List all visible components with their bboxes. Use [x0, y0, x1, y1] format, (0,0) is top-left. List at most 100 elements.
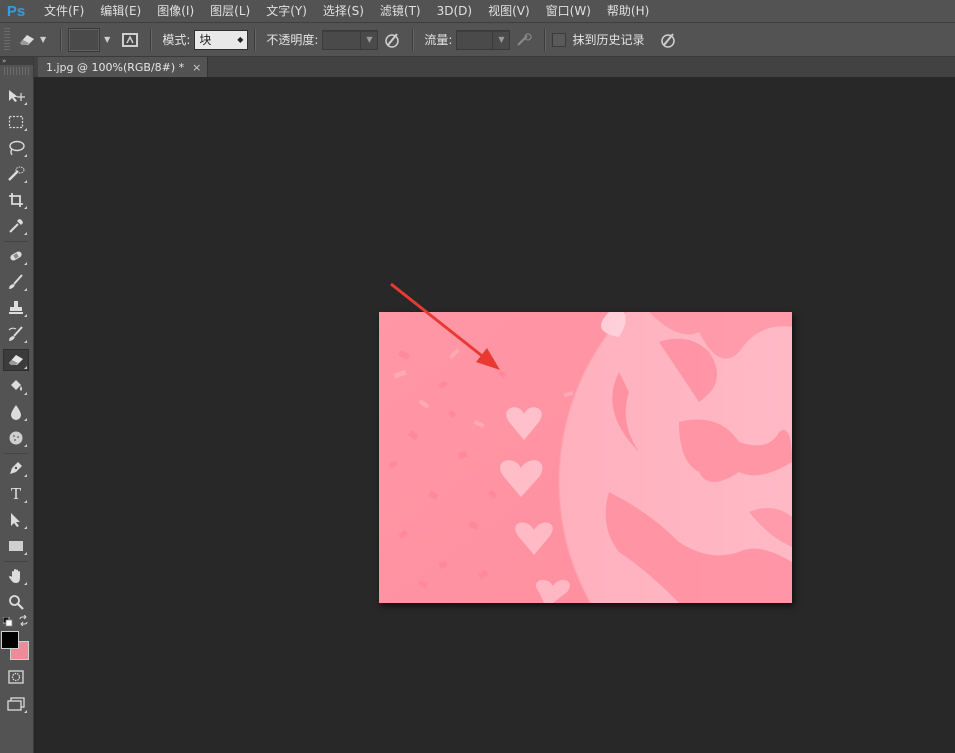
mode-label: 模式:: [162, 33, 191, 47]
pen-icon: [10, 462, 22, 474]
eraser-tool[interactable]: [3, 349, 29, 371]
submenu-indicator: [24, 128, 27, 131]
submenu-indicator: [24, 102, 27, 105]
crop-tool[interactable]: [3, 189, 29, 211]
paint-bucket-tool[interactable]: [3, 375, 29, 397]
submenu-indicator: [24, 288, 27, 291]
hand-icon: [9, 569, 20, 583]
tool-preset-picker[interactable]: ▼: [16, 28, 54, 52]
submenu-indicator: [24, 526, 27, 529]
opacity-field[interactable]: ▼: [322, 29, 379, 50]
arrow-cursor-icon: [11, 513, 20, 527]
submenu-indicator: [24, 582, 27, 585]
lasso-tool[interactable]: [3, 137, 29, 159]
menu-3d[interactable]: 3D(D): [429, 0, 480, 22]
divider: [4, 561, 28, 562]
brush-panel-button[interactable]: [120, 30, 140, 50]
dodge-tool[interactable]: [3, 427, 29, 449]
chevron-down-icon[interactable]: ▼: [492, 30, 509, 49]
panel-collapse-icon[interactable]: »: [0, 57, 33, 65]
divider: [4, 241, 28, 242]
menu-view[interactable]: 视图(V): [480, 0, 538, 22]
tablet-pressure-opacity-button[interactable]: [382, 30, 402, 50]
bandage-icon: [10, 251, 22, 261]
eyedropper-tool[interactable]: [3, 215, 29, 237]
submenu-indicator: [24, 206, 27, 209]
screen-mode-icon: [7, 697, 25, 711]
photoshop-logo: Ps: [6, 2, 26, 20]
spot-healing-tool[interactable]: [3, 245, 29, 267]
menu-help[interactable]: 帮助(H): [599, 0, 657, 22]
swap-colors-icon[interactable]: [18, 614, 29, 627]
submenu-indicator: [24, 500, 27, 503]
document-image[interactable]: [379, 312, 792, 603]
menu-layer[interactable]: 图层(L): [202, 0, 258, 22]
menu-window[interactable]: 窗口(W): [538, 0, 599, 22]
type-icon: T: [10, 485, 21, 503]
submenu-indicator: [24, 314, 27, 317]
flow-label: 流量:: [424, 33, 453, 47]
close-icon[interactable]: ×: [192, 61, 201, 74]
path-selection-tool[interactable]: [3, 509, 29, 531]
submenu-indicator: [24, 232, 27, 235]
clone-stamp-tool[interactable]: [3, 297, 29, 319]
blur-tool[interactable]: [3, 401, 29, 423]
magnifier-icon: [9, 595, 24, 610]
updown-icon: ◆: [237, 34, 244, 44]
quick-selection-icon: [8, 166, 25, 181]
marquee-tool[interactable]: [3, 111, 29, 133]
tablet-pressure-size-button[interactable]: [658, 30, 678, 50]
menu-filter[interactable]: 滤镜(T): [372, 0, 429, 22]
move-tool[interactable]: [3, 85, 29, 107]
zoom-tool[interactable]: [3, 591, 29, 613]
options-grip[interactable]: [4, 27, 10, 52]
menu-bar: Ps 文件(F) 编辑(E) 图像(I) 图层(L) 文字(Y) 选择(S) 滤…: [0, 0, 955, 23]
quick-selection-tool[interactable]: [3, 163, 29, 185]
panel-grip[interactable]: [4, 67, 29, 75]
history-brush-tool[interactable]: [3, 323, 29, 345]
mode-select[interactable]: 块 ◆: [194, 29, 249, 50]
tools-panel: » T: [0, 57, 34, 753]
submenu-indicator: [24, 444, 27, 447]
submenu-indicator: [24, 154, 27, 157]
menu-type[interactable]: 文字(Y): [258, 0, 315, 22]
erase-to-history-label: 抹到历史记录: [572, 33, 645, 47]
eraser-icon: [16, 30, 38, 50]
menu-select[interactable]: 选择(S): [315, 0, 372, 22]
rectangle-icon: [9, 541, 23, 551]
divider: [544, 28, 547, 51]
menu-image[interactable]: 图像(I): [149, 0, 202, 22]
submenu-indicator: [24, 552, 27, 555]
chevron-down-icon[interactable]: ▼: [104, 35, 110, 44]
document-tab[interactable]: 1.jpg @ 100%(RGB/8#) * ×: [38, 57, 209, 77]
move-icon: [9, 90, 25, 102]
submenu-indicator: [24, 710, 27, 713]
default-colors-icon[interactable]: [2, 616, 13, 627]
erase-to-history-checkbox[interactable]: [552, 32, 567, 47]
lasso-icon: [9, 140, 25, 156]
submenu-indicator: [24, 180, 27, 183]
chevron-down-icon[interactable]: ▼: [360, 30, 377, 49]
type-tool[interactable]: T: [3, 483, 29, 505]
airbrush-button[interactable]: [514, 30, 534, 50]
menu-file[interactable]: 文件(F): [36, 0, 92, 22]
submenu-indicator: [24, 262, 27, 265]
divider: [150, 28, 153, 51]
quick-mask-tool[interactable]: [3, 666, 29, 688]
rectangular-marquee-icon: [8, 115, 24, 129]
brush-preset-swatch[interactable]: [68, 27, 101, 52]
screen-mode-tool[interactable]: [3, 693, 29, 715]
document-tab-bar: 1.jpg @ 100%(RGB/8#) * ×: [34, 57, 955, 78]
rectangle-tool[interactable]: [3, 535, 29, 557]
pen-tool[interactable]: [3, 457, 29, 479]
hand-tool[interactable]: [3, 565, 29, 587]
canvas-area[interactable]: [34, 78, 955, 753]
foreground-color-swatch[interactable]: [1, 631, 19, 649]
brush-tool[interactable]: [3, 271, 29, 293]
divider: [254, 28, 257, 51]
flow-field[interactable]: ▼: [456, 29, 511, 50]
chevron-down-icon: ▼: [40, 35, 47, 44]
menu-edit[interactable]: 编辑(E): [92, 0, 149, 22]
divider: [60, 28, 63, 51]
submenu-indicator: [24, 474, 27, 477]
